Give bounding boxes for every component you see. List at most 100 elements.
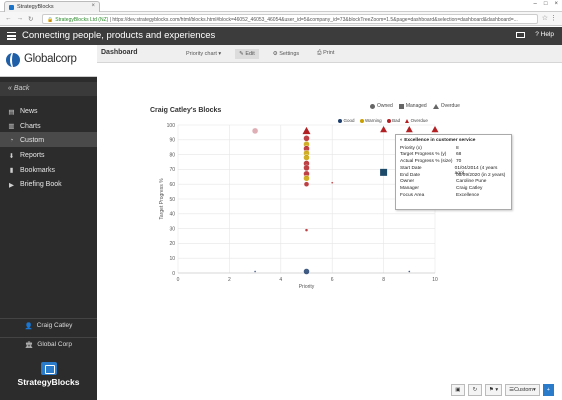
browser-tab[interactable]: StrategyBlocks × bbox=[4, 1, 100, 12]
help-button[interactable]: ? Help bbox=[535, 31, 554, 38]
tooltip-row: Actual Progress % (size) 70 bbox=[400, 159, 507, 166]
sidebar-item-label: Bookmarks bbox=[20, 166, 56, 174]
sidebar-item-label: Custom bbox=[20, 137, 45, 145]
maximize-icon[interactable]: □ bbox=[544, 1, 548, 7]
sidebar-item-label: Briefing Book bbox=[20, 181, 62, 189]
sidebar-item-bookmarks[interactable]: ▮ Bookmarks bbox=[0, 161, 97, 176]
tooltip-row: Focus Area Excellence bbox=[400, 193, 507, 200]
secure-label: StrategyBlocks Ltd (NZ) bbox=[55, 16, 109, 23]
forward-arrow-icon[interactable]: → bbox=[17, 15, 24, 23]
flag-icon[interactable]: ⚑ ▾ bbox=[484, 384, 503, 396]
sidebar: Globalcorp « Back ▤ News ▥ Charts ◔ Cust… bbox=[0, 45, 97, 400]
x-tick-label: 10 bbox=[432, 277, 438, 283]
settings-button[interactable]: ⚙ Settings bbox=[269, 49, 303, 59]
chart-type-select[interactable]: Priority chart ▾ bbox=[182, 49, 225, 59]
sidebar-item-charts[interactable]: ▥ Charts bbox=[0, 118, 97, 133]
close-tab-icon[interactable]: × bbox=[91, 3, 95, 9]
browser-titlebar: StrategyBlocks × – □ × bbox=[0, 0, 562, 12]
x-tick-label: 2 bbox=[228, 277, 231, 283]
brand-name: StrategyBlocks bbox=[17, 377, 80, 387]
scatter-point bbox=[303, 135, 310, 142]
edit-label: Edit bbox=[245, 50, 255, 57]
y-tick-label: 0 bbox=[172, 271, 175, 277]
reload-icon[interactable]: ↻ bbox=[28, 15, 33, 23]
sidebar-item-reports[interactable]: ⬇ Reports bbox=[0, 147, 97, 162]
custom-dropdown[interactable]: ☰ Custom ▾ bbox=[505, 384, 540, 396]
bottom-toolbar: ▣ ↻ ⚑ ▾ ☰ Custom ▾ + bbox=[450, 384, 554, 396]
sidebar-item-briefing-book[interactable]: ▶ Briefing Book bbox=[0, 176, 97, 191]
settings-label: Settings bbox=[279, 50, 300, 57]
scatter-point-square bbox=[380, 168, 388, 176]
tab-title: StrategyBlocks bbox=[17, 4, 54, 10]
sidebar-menu: ▤ News ▥ Charts ◔ Custom ⬇ Reports ▮ Boo… bbox=[0, 103, 97, 191]
y-tick-label: 90 bbox=[169, 138, 175, 144]
back-label: Back bbox=[13, 85, 30, 92]
brand-footer: StrategyBlocks bbox=[0, 358, 97, 400]
window-controls: – □ × bbox=[534, 1, 558, 7]
sidebar-item-label: Reports bbox=[20, 152, 45, 160]
scatter-point-triangle bbox=[405, 125, 413, 133]
y-tick-label: 80 bbox=[169, 152, 175, 158]
url-text: https://dev.strategyblocks.com/html/bloc… bbox=[112, 16, 518, 23]
dashboard-title: Dashboard bbox=[101, 49, 138, 56]
help-label: Help bbox=[540, 31, 554, 38]
tooltip-key: Start Date bbox=[400, 165, 422, 171]
url-input[interactable]: 🔒 StrategyBlocks Ltd (NZ) | https://dev.s… bbox=[42, 14, 538, 24]
book-icon: ▶ bbox=[9, 181, 14, 189]
company-button[interactable]: 🏛 Global Corp bbox=[0, 337, 97, 351]
tooltip-title: ◐ Excellence in customer service bbox=[400, 138, 476, 143]
sidebar-item-label: News bbox=[20, 108, 38, 116]
strategyblocks-logo-icon bbox=[40, 362, 57, 375]
hamburger-menu-icon[interactable] bbox=[7, 32, 16, 40]
x-tick-label: 0 bbox=[177, 277, 180, 283]
tooltip-key: Actual Progress % (size) bbox=[400, 159, 453, 165]
block-tooltip: ◐ Excellence in customer service Priorit… bbox=[395, 134, 512, 210]
pencil-icon: ✎ bbox=[239, 50, 244, 57]
logo-accent: corp bbox=[55, 53, 77, 65]
close-window-icon[interactable]: × bbox=[554, 1, 558, 7]
browser-menu-icon[interactable]: ☆ ⋮ bbox=[542, 14, 557, 22]
print-button[interactable]: ⎙ Print bbox=[313, 48, 338, 59]
y-tick-label: 100 bbox=[167, 123, 176, 129]
user-icon: 👤 bbox=[24, 322, 33, 330]
scatter-point bbox=[304, 228, 309, 232]
y-tick-label: 30 bbox=[169, 226, 175, 232]
custom-label: Custom bbox=[514, 387, 534, 393]
refresh-icon[interactable]: ↻ bbox=[467, 384, 482, 396]
lock-icon: 🔒 bbox=[47, 16, 54, 23]
address-bar: ← → ↻ 🔒 StrategyBlocks Ltd (NZ) | https:/… bbox=[0, 12, 562, 26]
user-profile-button[interactable]: 👤 Craig Catley bbox=[0, 318, 97, 332]
chart-type-label: Priority chart bbox=[186, 50, 217, 57]
scatter-point bbox=[303, 181, 310, 187]
tooltip-value: 01/04/2014 (4 years ago) bbox=[454, 165, 498, 176]
scatter-point bbox=[330, 181, 334, 184]
gear-icon: ⚙ bbox=[272, 50, 278, 57]
scatter-point-triangle bbox=[380, 125, 388, 133]
expand-button[interactable]: + bbox=[542, 384, 554, 396]
y-tick-label: 70 bbox=[169, 167, 175, 173]
y-tick-label: 10 bbox=[169, 256, 175, 262]
edit-button[interactable]: ✎ Edit bbox=[235, 48, 259, 59]
print-label: Print bbox=[323, 50, 335, 56]
x-tick-label: 8 bbox=[382, 277, 385, 283]
scatter-point bbox=[303, 175, 310, 182]
minimize-icon[interactable]: – bbox=[534, 1, 537, 7]
dashboard-icon: ◔ bbox=[9, 137, 14, 145]
sidebar-item-custom[interactable]: ◔ Custom bbox=[0, 132, 97, 147]
y-tick-label: 60 bbox=[169, 182, 175, 188]
app-title: Connecting people, products and experien… bbox=[22, 30, 216, 41]
scatter-point-triangle bbox=[302, 126, 311, 135]
bookmark-icon: ▮ bbox=[9, 167, 14, 175]
logo-main: Global bbox=[24, 53, 56, 65]
monitor-icon[interactable] bbox=[516, 31, 526, 38]
chart-icon: ▥ bbox=[8, 123, 15, 131]
back-button[interactable]: « Back bbox=[0, 82, 97, 96]
tooltip-key: Focus Area bbox=[400, 193, 425, 199]
globe-logo-icon bbox=[6, 53, 20, 67]
y-axis-label: Target Progress % bbox=[159, 178, 165, 220]
back-arrow-icon[interactable]: ← bbox=[5, 15, 12, 23]
scatter-point bbox=[303, 268, 310, 275]
x-tick-label: 6 bbox=[331, 277, 334, 283]
save-icon[interactable]: ▣ bbox=[450, 384, 465, 396]
sidebar-item-news[interactable]: ▤ News bbox=[0, 103, 97, 118]
